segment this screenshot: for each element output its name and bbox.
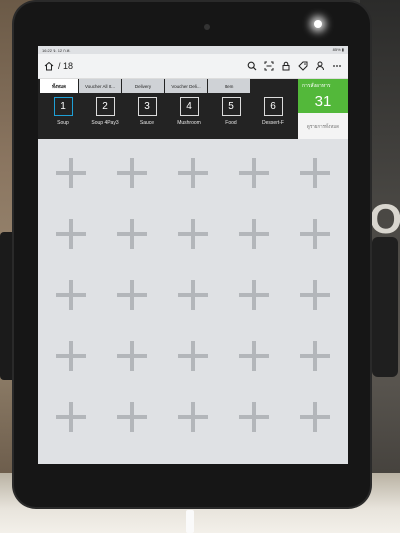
- category-number: 3: [137, 97, 157, 116]
- add-item-slot-icon[interactable]: [56, 341, 86, 371]
- add-item-slot-icon[interactable]: [178, 158, 208, 188]
- add-item-slot-icon[interactable]: [300, 341, 330, 371]
- tab-voucher-delivery[interactable]: Voucher Deli...: [165, 79, 207, 93]
- scan-icon[interactable]: [264, 61, 274, 71]
- add-item-slot-icon[interactable]: [178, 402, 208, 432]
- category-number: 5: [221, 97, 241, 116]
- tab-item[interactable]: Item: [208, 79, 250, 93]
- add-item-slot-icon[interactable]: [117, 219, 147, 249]
- add-item-slot-icon[interactable]: [300, 402, 330, 432]
- add-item-slot-icon[interactable]: [56, 219, 86, 249]
- app-header: / 18: [38, 54, 348, 79]
- category-soup-4pay3[interactable]: 2 Soup 4Pay3: [84, 97, 126, 126]
- status-time: 16:22 จ. 12 ก.พ.: [42, 48, 71, 53]
- category-number: 1: [53, 97, 73, 116]
- lock-icon[interactable]: [281, 61, 291, 71]
- front-camera: [204, 24, 210, 30]
- tab-voucher-all[interactable]: Voucher All It...: [79, 79, 121, 93]
- add-item-slot-icon[interactable]: [56, 158, 86, 188]
- category-label: Dessert-F: [262, 120, 284, 126]
- item-grid: [38, 139, 348, 439]
- category-label: Mushroom: [177, 120, 201, 126]
- category-number: 6: [263, 97, 283, 116]
- add-item-slot-icon[interactable]: [117, 341, 147, 371]
- category-label: Soup: [57, 120, 69, 126]
- category-food[interactable]: 5 Food: [210, 97, 252, 126]
- status-battery: 85% ▮: [332, 47, 344, 52]
- add-item-slot-icon[interactable]: [239, 219, 269, 249]
- category-dessert[interactable]: 6 Dessert-F: [252, 97, 294, 126]
- add-item-slot-icon[interactable]: [239, 280, 269, 310]
- add-item-slot-icon[interactable]: [117, 158, 147, 188]
- add-item-slot-icon[interactable]: [239, 341, 269, 371]
- add-item-slot-icon[interactable]: [300, 158, 330, 188]
- charging-cable: [186, 510, 194, 533]
- category-list: 1 Soup 2 Soup 4Pay3 3 Sauce 4 Mushroom 5: [38, 93, 298, 126]
- tablet-screen: 16:22 จ. 12 ก.พ. 85% ▮ / 18 ทั้งหมด Vouc…: [38, 46, 348, 464]
- view-all-orders-link[interactable]: ดูรายการทั้งหมด: [298, 123, 348, 130]
- add-item-slot-icon[interactable]: [178, 280, 208, 310]
- category-mushroom[interactable]: 4 Mushroom: [168, 97, 210, 126]
- category-panel: ทั้งหมด Voucher All It... Delivery Vouch…: [38, 79, 348, 139]
- add-item-slot-icon[interactable]: [239, 158, 269, 188]
- tag-icon[interactable]: [298, 61, 308, 71]
- category-label: Sauce: [139, 120, 155, 126]
- tab-bar: ทั้งหมด Voucher All It... Delivery Vouch…: [38, 79, 298, 93]
- order-count-label: การสั่งอาหาร: [302, 83, 331, 89]
- tablet-stand-right: [372, 237, 398, 377]
- add-item-slot-icon[interactable]: [300, 219, 330, 249]
- order-summary-card[interactable]: การสั่งอาหาร 31 ดูรายการทั้งหมด: [298, 79, 348, 139]
- add-item-slot-icon[interactable]: [117, 280, 147, 310]
- add-item-slot-icon[interactable]: [56, 402, 86, 432]
- order-count-panel: การสั่งอาหาร 31: [298, 79, 348, 113]
- more-icon[interactable]: [332, 61, 342, 71]
- user-tag-icon[interactable]: [315, 61, 325, 71]
- category-number: 2: [95, 97, 115, 116]
- order-count: 31: [314, 93, 332, 110]
- add-item-slot-icon[interactable]: [178, 341, 208, 371]
- category-label: Soup 4Pay3: [91, 120, 119, 126]
- home-icon[interactable]: [44, 61, 54, 71]
- search-icon[interactable]: [247, 61, 257, 71]
- category-sauce[interactable]: 3 Sauce: [126, 97, 168, 126]
- add-item-slot-icon[interactable]: [56, 280, 86, 310]
- category-label: Food: [225, 120, 237, 126]
- category-number: 4: [179, 97, 199, 116]
- light-glare: [314, 20, 322, 28]
- tab-delivery[interactable]: Delivery: [122, 79, 164, 93]
- add-item-slot-icon[interactable]: [239, 402, 269, 432]
- add-item-slot-icon[interactable]: [117, 402, 147, 432]
- status-bar: 16:22 จ. 12 ก.พ. 85% ▮: [38, 46, 348, 54]
- tab-all[interactable]: ทั้งหมด: [40, 79, 78, 93]
- add-item-slot-icon[interactable]: [300, 280, 330, 310]
- category-soup[interactable]: 1 Soup: [42, 97, 84, 126]
- add-item-slot-icon[interactable]: [178, 219, 208, 249]
- table-title: / 18: [58, 61, 74, 71]
